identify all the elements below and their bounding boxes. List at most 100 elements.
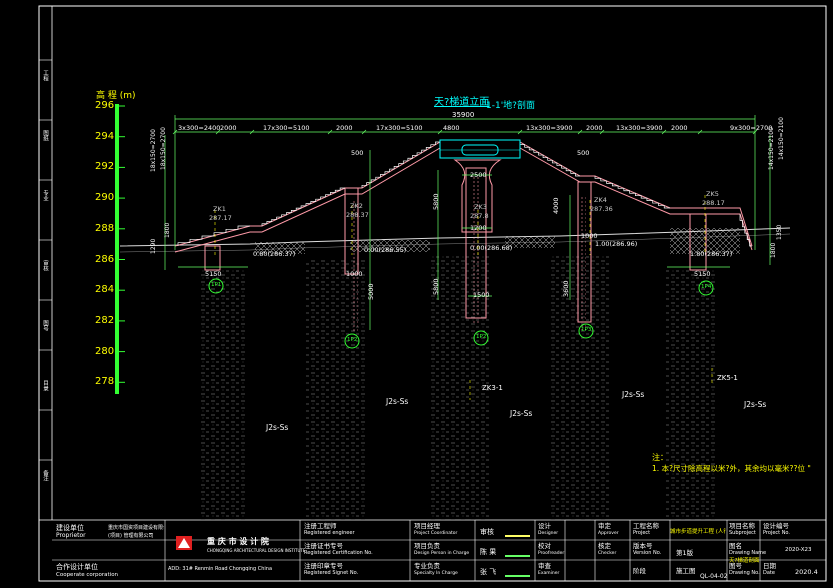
left-vertical-dim: 18x150=2700 xyxy=(150,129,157,172)
project-name-value: 城市步道提升工程 (人行梯道) xyxy=(670,529,726,535)
elevation-tick-label: 286 xyxy=(95,253,115,265)
pier-label: 1P2 xyxy=(347,337,358,343)
borehole-elevation: 287.17 xyxy=(209,214,232,222)
sheet-no-cell: 图号 Drawing No. xyxy=(729,563,760,577)
strata-label: J2s-Ss xyxy=(744,400,767,409)
top-dimension-label: 2000 xyxy=(220,124,237,132)
strata-label: J2s-Ss xyxy=(266,423,289,432)
proprietor-en: Proprietor xyxy=(56,532,86,539)
inner-dimension-label: 1500 xyxy=(473,291,490,299)
top-dimension-label: 4800 xyxy=(443,124,460,132)
proprietor-label: 建设单位 xyxy=(56,524,84,532)
ground-level-label: 0.80(286.37) xyxy=(253,250,296,258)
sidebar-cell-label: 审核 xyxy=(42,260,48,271)
stage-value: 施工图 xyxy=(676,567,696,575)
elevation-tick-label: 296 xyxy=(95,100,115,111)
firm-address: ADD: 31# Renmin Road Chongqing China xyxy=(168,566,273,572)
role-audit: 审核 xyxy=(480,528,494,536)
borehole-id: ZK2 xyxy=(350,202,363,210)
top-dimension-label: 3x300=2400 xyxy=(178,124,221,132)
sidebar-cell-label: 工程 xyxy=(42,70,48,81)
inner-dimension-label: 1000 xyxy=(346,270,363,278)
inner-dimension-label: 500 xyxy=(351,149,364,157)
approver-cell: 审定 Approver xyxy=(598,523,619,537)
sidebar-cell-label: 图纸 xyxy=(42,130,48,141)
proprietor-value-line1: 重庆市国资项目建设有限公司 xyxy=(108,525,164,531)
proofreader-label: 校对 xyxy=(538,542,551,550)
proprietor-value-line2: (项目) 管理有限公司 xyxy=(108,533,154,539)
strata-label: J2s-Ss xyxy=(510,409,533,418)
inner-dimension-label: 3600 xyxy=(562,280,570,297)
text-layer: 天?梯道立面 1-1'地?剖面 高 程 (m) 296 294 292 290 288 2… xyxy=(0,0,833,588)
elevation-tick-label: 278 xyxy=(95,376,115,388)
borehole-id: ZK1 xyxy=(213,205,226,213)
reg-cert-en: Registered Certification No. xyxy=(304,550,373,556)
checker-cell: 核定 Checker xyxy=(598,543,616,557)
examiner-en: Examiner xyxy=(538,571,560,576)
examiner-cell: 审查 Examiner xyxy=(538,563,559,577)
top-dimension-label: 17x300=5100 xyxy=(376,124,423,132)
borehole-id: ZK3 xyxy=(474,203,487,211)
inner-dimension-label: 1200 xyxy=(470,224,487,232)
item-name-cell: 项目名称 Subproject xyxy=(729,523,756,537)
name-check: 张 飞 xyxy=(480,568,497,576)
top-dimension-label: 13x300=3900 xyxy=(616,124,663,132)
top-dimension-label: 2000 xyxy=(671,124,688,132)
version-cell: 版本号 Version No. xyxy=(633,543,661,557)
signature-3 xyxy=(505,565,530,577)
signature-2 xyxy=(505,545,530,557)
version-en: Version No. xyxy=(633,550,662,556)
inner-dimension-label: 5800 xyxy=(432,278,440,295)
inner-dimension-label: 1000 xyxy=(581,232,598,240)
top-dimension-label: 17x300=5100 xyxy=(263,124,310,132)
cad-drawing-sheet: 天?梯道立面 1-1'地?剖面 高 程 (m) 296 294 292 290 288 2… xyxy=(0,0,833,588)
sidebar-cell-label: 图号 xyxy=(42,320,48,331)
proofreader-en: Proofreader xyxy=(538,551,565,556)
left-vertical-dim: 18x150=2700 xyxy=(160,127,167,170)
top-dimension-label: 2000 xyxy=(336,124,353,132)
version-value: 第1版 xyxy=(676,549,694,557)
coop-label: 合作设计单位 xyxy=(56,563,98,571)
discipline-en: Specialty In Charge xyxy=(414,571,458,576)
project-name-en: Project xyxy=(633,530,651,536)
right-vertical-dim: 1800 xyxy=(770,242,777,258)
approver-en: Approver xyxy=(598,531,619,536)
approver-label: 审定 xyxy=(598,522,611,530)
drawing-name-cell: 图名 Drawing Name xyxy=(729,543,766,557)
reg-engineer-en: Registered engineer xyxy=(304,530,355,536)
sheet-no-label: 图号 xyxy=(729,562,742,570)
notes-text: 1. 本?尺寸除高程以米?外，其余均以毫米??位 " xyxy=(652,464,811,473)
inner-dimension-label: 4000 xyxy=(552,197,560,214)
elevation-tick-label: 288 xyxy=(95,222,115,234)
left-vertical-dim: 1290 xyxy=(150,238,157,254)
project-name-label: 工程名称 xyxy=(633,522,659,530)
design-no-label: 设计编号 xyxy=(763,522,789,530)
drawing-title: 天?梯道立面 xyxy=(434,97,490,108)
inner-dimension-label: 5000 xyxy=(367,283,375,300)
checker-en: Checker xyxy=(598,551,617,556)
drawing-name-label: 图名 xyxy=(729,542,742,550)
designer-cell: 设计 Designer xyxy=(538,523,558,537)
discipline-lead: 专业负责 Specialty In Charge xyxy=(414,563,458,577)
strata-label: J2s-Ss xyxy=(622,390,645,399)
ground-level-label: 1.00(286.96) xyxy=(595,240,638,248)
pier-label: 1P2 xyxy=(476,334,487,340)
inner-dimension-label: 5150 xyxy=(694,270,711,278)
total-span-dim: 35900 xyxy=(452,111,475,119)
top-dimension-label: 13x300=3900 xyxy=(526,124,573,132)
designer-en: Designer xyxy=(538,531,559,536)
design-no-en: Project No. xyxy=(763,530,790,536)
ground-level-label: 0.00(286.55) xyxy=(364,246,407,254)
reg-seal-en: Registered Signet No. xyxy=(304,570,359,576)
inner-dimension-label: 500 xyxy=(577,149,590,157)
borehole-elevation: 287.36 xyxy=(590,205,613,213)
inner-dimension-label: 5800 xyxy=(432,193,440,210)
pier-label: 1P3 xyxy=(581,327,592,333)
pier-label: 1P4 xyxy=(701,284,712,290)
date-cell: 日期 Date xyxy=(763,563,776,577)
right-vertical-dim: 14x150=2100 xyxy=(768,127,775,170)
project-manager-label: 项目经理 xyxy=(414,522,440,530)
ground-level-label: 0.00(286.68) xyxy=(470,244,513,252)
reg-seal-label: 注册印章专号 xyxy=(304,562,343,570)
strata-label: J2s-Ss xyxy=(386,397,409,406)
